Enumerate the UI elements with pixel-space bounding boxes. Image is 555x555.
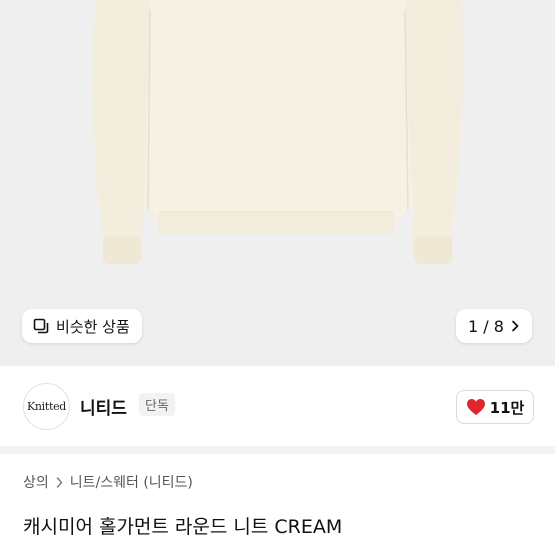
breadcrumb: 상의 니트/스웨터 (니티드) (23, 472, 193, 492)
breadcrumb-item-subcategory[interactable]: 니트/스웨터 (니티드) (70, 472, 193, 492)
product-title: 캐시미어 홀가먼트 라운드 니트 CREAM (23, 516, 343, 538)
heart-icon (466, 399, 485, 415)
image-pager-button[interactable]: 1 / 8 (456, 309, 532, 343)
chevron-right-icon (56, 476, 62, 488)
section-divider (0, 446, 555, 454)
image-pager-text: 1 / 8 (468, 316, 504, 336)
brand-name-link[interactable]: 니티드 (80, 394, 127, 419)
like-button[interactable]: 11만 (456, 390, 534, 424)
chevron-right-icon (512, 320, 519, 332)
brand-logo[interactable]: Knitted (23, 383, 70, 430)
product-image-carousel[interactable]: 비슷한 상품 1 / 8 (0, 0, 555, 366)
exclusive-badge: 단독 (139, 393, 175, 416)
like-count: 11만 (489, 398, 525, 417)
brand-row: Knitted 니티드 단독 11만 (0, 366, 555, 446)
breadcrumb-item-category[interactable]: 상의 (23, 472, 49, 492)
similar-products-label: 비슷한 상품 (56, 317, 130, 336)
similar-products-button[interactable]: 비슷한 상품 (22, 309, 142, 343)
brand-logo-text: Knitted (26, 400, 67, 413)
similar-items-icon (33, 318, 49, 334)
